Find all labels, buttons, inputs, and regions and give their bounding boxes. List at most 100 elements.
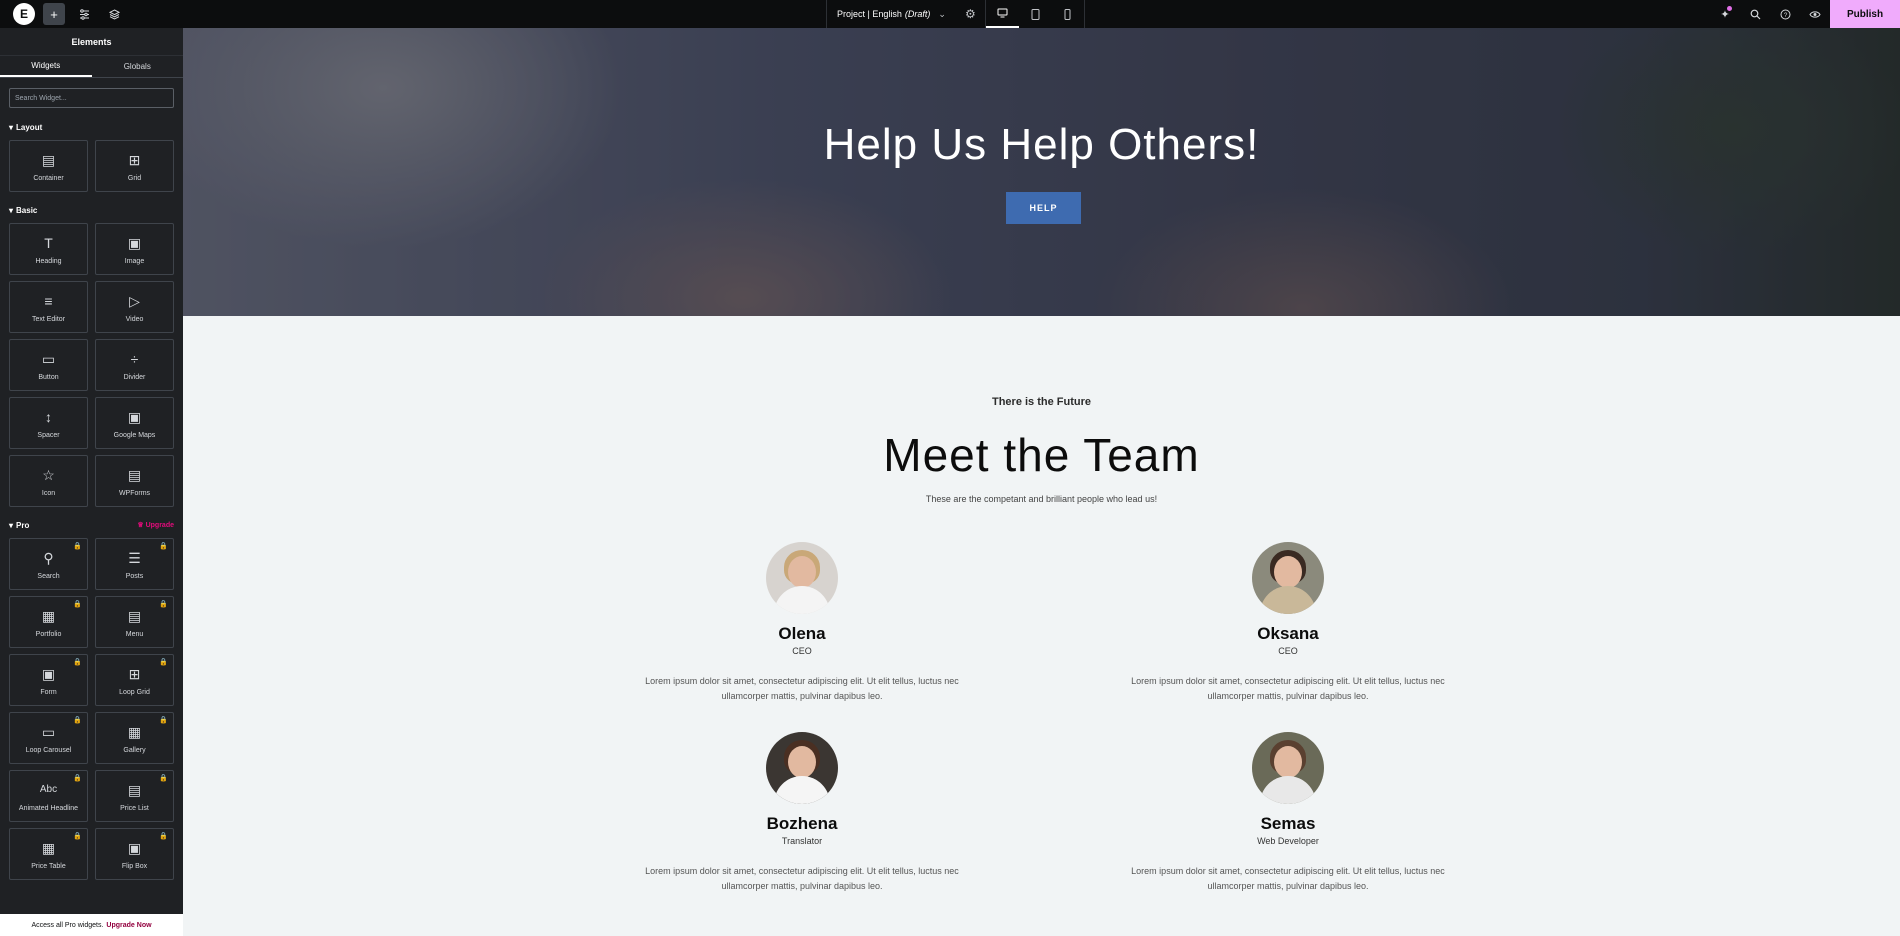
category-basic[interactable]: Basic <box>0 201 183 219</box>
document-title-dropdown[interactable]: Project | English (Draft) ⌄ <box>826 0 956 28</box>
document-status: (Draft) <box>904 9 931 19</box>
upgrade-now-link[interactable]: Upgrade Now <box>106 922 151 929</box>
widget-wpforms[interactable]: ▤ WPForms <box>95 455 174 507</box>
panel-title: Elements <box>0 28 183 56</box>
widget-search-input[interactable]: Search Widget... <box>9 88 174 108</box>
category-layout[interactable]: Layout <box>0 118 183 136</box>
member-bio: Lorem ipsum dolor sit amet, consectetur … <box>645 676 959 701</box>
widget-image[interactable]: ▣ Image <box>95 223 174 275</box>
upgrade-link[interactable]: ♕ Upgrade <box>137 521 174 529</box>
add-element-button[interactable]: + <box>43 3 65 25</box>
heading-icon: T <box>44 234 53 251</box>
flip-box-icon: ▣ <box>127 839 142 856</box>
lock-icon: 🔒 <box>73 659 82 666</box>
member-role: CEO <box>1278 646 1298 656</box>
lock-icon: 🔒 <box>159 833 168 840</box>
widget-price-table[interactable]: 🔒 ▦ Price Table <box>9 828 88 880</box>
widget-flip-box[interactable]: 🔒 ▣ Flip Box <box>95 828 174 880</box>
category-pro[interactable]: Pro ♕ Upgrade <box>0 516 183 534</box>
search-button[interactable] <box>1740 0 1770 28</box>
widget-loop-grid[interactable]: 🔒 ⊞ Loop Grid <box>95 654 174 706</box>
help-button[interactable]: HELP <box>1006 192 1081 224</box>
widget-label: Price List <box>120 804 149 812</box>
team-member-card: Oksana CEO Lorem ipsum dolor sit amet, c… <box>1118 542 1458 704</box>
whats-new-button[interactable]: ✦ <box>1710 0 1740 28</box>
widget-heading[interactable]: T Heading <box>9 223 88 275</box>
upgrade-label: Upgrade <box>145 522 174 529</box>
tab-widgets[interactable]: Widgets <box>0 56 92 77</box>
widget-video[interactable]: ▷ Video <box>95 281 174 333</box>
widget-label: Posts <box>125 572 144 580</box>
widget-menu[interactable]: 🔒 ▤ Menu <box>95 596 174 648</box>
portfolio-icon: ▦ <box>41 607 56 624</box>
widget-label: Heading <box>35 257 62 265</box>
price-table-icon: ▦ <box>41 839 56 856</box>
help-icon: ? <box>1780 9 1790 19</box>
widget-posts[interactable]: 🔒 ☰ Posts <box>95 538 174 590</box>
widget-spacer[interactable]: ↕ Spacer <box>9 397 88 449</box>
widget-label: Animated Headline <box>18 804 79 812</box>
widget-label: Grid <box>127 174 142 182</box>
spacer-icon: ↕ <box>45 408 52 425</box>
widget-divider[interactable]: ÷ Divider <box>95 339 174 391</box>
member-role: CEO <box>792 646 812 656</box>
button-icon: ▭ <box>41 350 56 367</box>
menu-icon: ▤ <box>127 607 142 624</box>
video-icon: ▷ <box>129 292 140 309</box>
lock-icon: 🔒 <box>73 543 82 550</box>
widget-label: Spacer <box>37 431 60 439</box>
page-settings-button[interactable]: ⚙ <box>956 0 986 28</box>
mobile-view-button[interactable] <box>1052 0 1085 28</box>
tab-globals[interactable]: Globals <box>92 56 184 77</box>
desktop-icon <box>997 8 1008 18</box>
widget-animated-headline[interactable]: 🔒 Abc Animated Headline <box>9 770 88 822</box>
widget-icon[interactable]: ☆ Icon <box>9 455 88 507</box>
widget-search[interactable]: 🔒 ⚲ Search <box>9 538 88 590</box>
team-member-card: Bozhena Translator Lorem ipsum dolor sit… <box>632 732 972 894</box>
team-subtitle: There is the Future <box>991 396 1092 408</box>
avatar-body <box>1260 776 1316 804</box>
category-title: Pro <box>9 521 29 530</box>
grid-icon: ⊞ <box>128 151 141 168</box>
widget-price-list[interactable]: 🔒 ▤ Price List <box>95 770 174 822</box>
avatar <box>1252 542 1324 614</box>
lock-icon: 🔒 <box>159 775 168 782</box>
avatar <box>766 732 838 804</box>
structure-button[interactable] <box>103 3 125 25</box>
widget-label: Button <box>38 373 59 381</box>
help-button[interactable]: ? <box>1770 0 1800 28</box>
structure-icon <box>108 8 120 20</box>
widget-text-editor[interactable]: ≡ Text Editor <box>9 281 88 333</box>
widget-google-maps[interactable]: ▣ Google Maps <box>95 397 174 449</box>
widget-portfolio[interactable]: 🔒 ▦ Portfolio <box>9 596 88 648</box>
tablet-view-button[interactable] <box>1019 0 1052 28</box>
widget-label: Gallery <box>123 746 146 754</box>
elementor-logo-icon[interactable]: E <box>13 3 35 25</box>
document-title: Project | English <box>837 9 902 19</box>
container-icon: ▤ <box>41 151 56 168</box>
hero-title: Help Us Help Others! <box>823 120 1260 169</box>
lock-icon: 🔒 <box>159 601 168 608</box>
team-member-card: Olena CEO Lorem ipsum dolor sit amet, co… <box>632 542 972 704</box>
widget-button[interactable]: ▭ Button <box>9 339 88 391</box>
widget-form[interactable]: 🔒 ▣ Form <box>9 654 88 706</box>
preview-button[interactable] <box>1800 0 1830 28</box>
widget-grid-pro: 🔒 ⚲ Search 🔒 ☰ Posts 🔒 ▦ Portfolio 🔒 ▤ Menu 🔒 ▣ Fo… <box>0 534 183 886</box>
top-bar: E + Project | English (Draft) ⌄ ⚙ ✦ ? Pu… <box>0 0 1900 28</box>
site-settings-button[interactable] <box>73 3 95 25</box>
preview-icon <box>1809 10 1821 18</box>
widget-loop-carousel[interactable]: 🔒 ▭ Loop Carousel <box>9 712 88 764</box>
widget-label: Video <box>125 315 144 323</box>
loop-carousel-icon: ▭ <box>41 723 56 740</box>
avatar-body <box>774 586 830 614</box>
widget-container[interactable]: ▤ Container <box>9 140 88 192</box>
hero-section[interactable]: Help Us Help Others! HELP <box>183 28 1900 316</box>
widget-gallery[interactable]: 🔒 ▦ Gallery <box>95 712 174 764</box>
widget-label: Loop Grid <box>119 688 150 696</box>
publish-button[interactable]: Publish <box>1830 0 1900 28</box>
divider-icon: ÷ <box>130 350 139 367</box>
widget-grid[interactable]: ⊞ Grid <box>95 140 174 192</box>
star-icon: ☆ <box>42 466 55 483</box>
desktop-view-button[interactable] <box>985 0 1019 28</box>
lock-icon: 🔒 <box>73 717 82 724</box>
